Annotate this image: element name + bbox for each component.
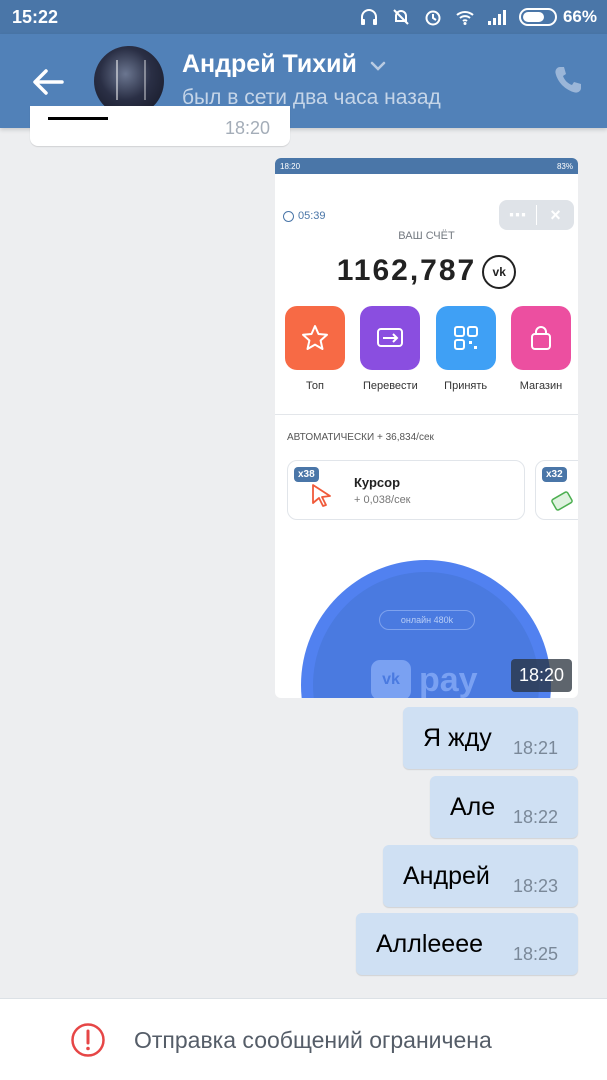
inner-status-bar: 18:20 83% xyxy=(275,158,578,174)
close-icon: × xyxy=(550,204,561,225)
battery-icon xyxy=(518,8,557,26)
partial-text xyxy=(48,114,108,120)
message-text: Але xyxy=(450,793,496,821)
balance-label: ВАШ СЧЁТ xyxy=(398,230,455,242)
shopping-bag-icon xyxy=(510,306,571,370)
pay-text: pay xyxy=(419,660,478,699)
action-tiles: Топ Перевести Принять Магазин xyxy=(283,306,573,392)
upgrade-card-cursor: x38 Курсор + 0,038/сек xyxy=(287,460,525,520)
message-text: Я жду xyxy=(423,724,492,752)
status-time: 15:22 xyxy=(12,7,59,27)
alarm-icon xyxy=(425,10,441,26)
back-arrow-icon[interactable] xyxy=(28,62,68,102)
vk-logo-icon: vk xyxy=(371,660,411,698)
auto-income-label: АВТОМАТИЧЕСКИ + 36,834/сек xyxy=(287,432,434,443)
message-time: 18:23 xyxy=(512,876,558,896)
multiplier-badge: x32 xyxy=(542,467,567,482)
upgrade-card-2: x32 xyxy=(535,460,578,520)
transfer-icon xyxy=(360,306,421,370)
mute-bell-icon xyxy=(393,9,409,25)
action-shop: Магазин xyxy=(509,306,573,392)
card-title: Курсор xyxy=(354,475,401,490)
wifi-icon xyxy=(456,11,474,25)
action-label: Принять xyxy=(444,380,488,392)
action-top: Топ xyxy=(283,306,347,392)
inner-battery: 83% xyxy=(556,161,573,171)
warning-icon xyxy=(71,1023,105,1057)
divider xyxy=(275,414,578,415)
more-icon: ⋯ xyxy=(508,204,527,225)
message-time: 18:25 xyxy=(512,944,558,964)
chevron-down-icon[interactable] xyxy=(368,56,388,76)
timer-value: 05:39 xyxy=(298,210,326,222)
status-bar: 15:22 66% xyxy=(0,0,607,34)
action-transfer: Перевести xyxy=(358,306,422,392)
incoming-message-partial[interactable]: 18:20 xyxy=(30,106,290,146)
mini-app-controls: ⋯ × xyxy=(499,200,574,230)
vk-pay-logo: vk pay xyxy=(371,660,478,698)
clock-icon xyxy=(283,210,294,222)
outgoing-message[interactable]: Андрей 18:23 xyxy=(383,845,578,907)
status-icons: 66% xyxy=(359,7,597,27)
action-label: Перевести xyxy=(362,380,418,392)
card-subtitle: + 0,038/сек xyxy=(354,494,411,506)
star-icon xyxy=(285,306,345,370)
timer: 05:39 xyxy=(283,210,326,222)
multiplier-badge: x38 xyxy=(294,467,319,482)
action-label: Топ xyxy=(306,380,324,392)
qr-code-icon xyxy=(435,306,496,370)
vk-coin-screen: 05:39 ⋯ × ВАШ СЧЁТ 1162,787 vk Топ Переве… xyxy=(275,174,578,698)
image-message[interactable]: 18:20 83% 05:39 ⋯ × ВАШ СЧЁТ 1162,787 vk … xyxy=(275,158,578,698)
message-text: Андрей xyxy=(403,862,490,890)
signal-icon xyxy=(487,10,506,25)
messaging-restricted-banner: Отправка сообщений ограничена xyxy=(0,998,607,1080)
inner-status-time: 18:20 xyxy=(280,161,301,171)
action-receive: Принять xyxy=(434,306,498,392)
outgoing-message[interactable]: Але 18:22 xyxy=(430,776,578,838)
battery-level: 66% xyxy=(562,7,597,26)
outgoing-message[interactable]: Аллleeee 18:25 xyxy=(356,913,578,975)
balance-value: 1162,787 xyxy=(336,254,477,287)
message-time: 18:22 xyxy=(512,807,558,827)
action-label: Магазин xyxy=(519,380,563,392)
contact-name[interactable]: Андрей Тихий xyxy=(182,50,357,79)
message-time: 18:21 xyxy=(512,738,558,758)
phone-icon[interactable] xyxy=(552,64,584,96)
cursor-icon xyxy=(312,484,331,507)
message-time: 18:20 xyxy=(510,659,572,692)
message-time: 18:20 xyxy=(224,118,270,138)
server-icon xyxy=(551,491,573,511)
message-text: Аллleeee xyxy=(376,930,484,958)
battery: 66% xyxy=(518,7,597,27)
online-counter: онлайн 480k xyxy=(379,610,475,630)
vk-logo-icon: vk xyxy=(482,255,517,289)
restriction-text: Отправка сообщений ограничена xyxy=(134,1027,492,1053)
balance: 1162,787 vk xyxy=(275,254,578,289)
outgoing-message[interactable]: Я жду 18:21 xyxy=(403,707,578,769)
headphones-icon xyxy=(360,9,377,25)
